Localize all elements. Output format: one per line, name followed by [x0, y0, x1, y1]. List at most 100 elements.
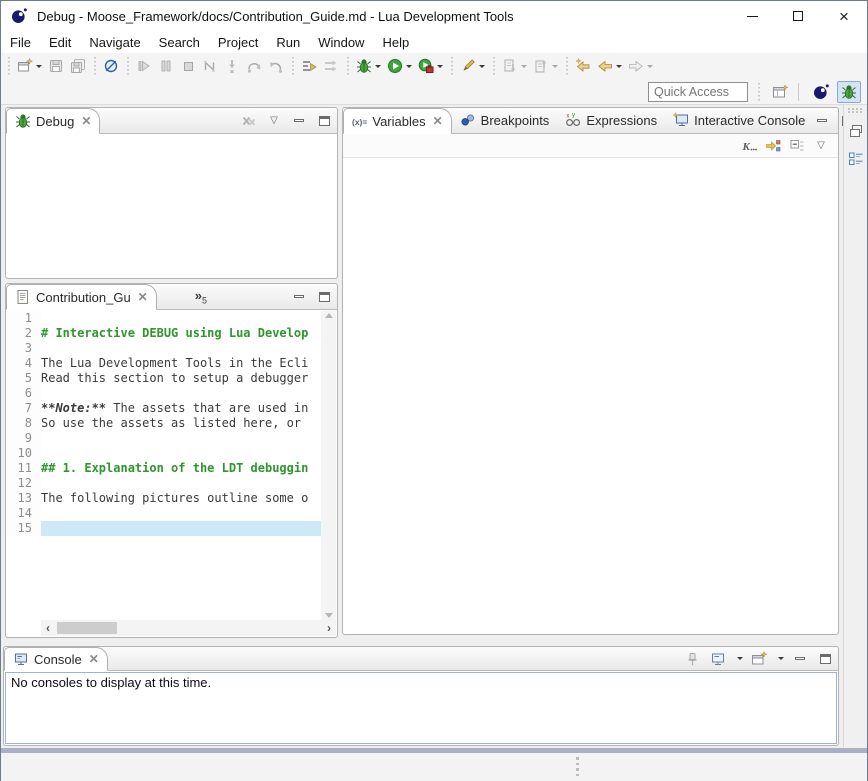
chevron-down-icon[interactable] [778, 657, 784, 660]
chevron-down-icon[interactable] [437, 65, 443, 68]
scroll-up-icon[interactable] [325, 313, 333, 318]
collapse-all-button[interactable] [788, 137, 806, 155]
previous-annotation-button[interactable] [530, 55, 561, 77]
chevron-down-icon[interactable] [406, 65, 412, 68]
perspective-debug-button[interactable] [837, 81, 861, 103]
pen-button[interactable] [457, 55, 488, 77]
editor-line[interactable]: 10 [7, 446, 321, 461]
close-icon[interactable]: ✕ [433, 114, 443, 128]
chevron-down-icon[interactable] [479, 65, 485, 68]
menu-run[interactable]: Run [267, 33, 309, 52]
chevron-down-icon[interactable] [36, 65, 42, 68]
menu-help[interactable]: Help [373, 33, 418, 52]
scroll-left-icon[interactable]: ‹ [41, 620, 55, 636]
window-close-button[interactable]: × [821, 1, 867, 31]
scrollbar-thumb[interactable] [57, 622, 117, 634]
editor-maximize-button[interactable] [315, 288, 333, 306]
editor-line[interactable]: 13The following pictures outline some o [7, 491, 321, 506]
menu-project[interactable]: Project [209, 33, 267, 52]
forward-button[interactable] [625, 55, 656, 77]
quick-access-input[interactable] [648, 82, 748, 102]
use-step-filters-button[interactable] [298, 55, 320, 77]
tab-console[interactable]: Console ✕ [4, 647, 108, 671]
chevron-down-icon[interactable] [521, 65, 527, 68]
editor-line[interactable]: 7**Note:** The assets that are used in [7, 401, 321, 416]
last-edit-location-button[interactable] [572, 55, 594, 77]
skip-all-breakpoints-button[interactable] [100, 55, 122, 77]
chevron-down-icon[interactable] [552, 65, 558, 68]
close-icon[interactable]: ✕ [138, 290, 148, 304]
chevron-down-icon[interactable] [647, 65, 653, 68]
tab-expressions[interactable]: xyExpressions [557, 107, 665, 133]
debug-minimize-button[interactable] [290, 112, 308, 130]
run-button[interactable] [384, 55, 415, 77]
show-type-names-button[interactable]: K [740, 137, 758, 155]
chevron-down-icon[interactable] [616, 65, 622, 68]
variables-view-menu-button[interactable]: ▽ [812, 137, 830, 155]
menu-file[interactable]: File [1, 33, 40, 52]
save-all-button[interactable] [67, 55, 89, 77]
tab-breakpoints[interactable]: Breakpoints [452, 107, 558, 133]
debug-button[interactable] [353, 55, 384, 77]
menu-navigate[interactable]: Navigate [80, 33, 149, 52]
close-icon[interactable]: ✕ [89, 652, 99, 666]
debug-maximize-button[interactable] [315, 112, 333, 130]
editor-line[interactable]: 15 [7, 521, 321, 536]
editor-line[interactable]: 5Read this section to setup a debugger [7, 371, 321, 386]
remove-terminated-button[interactable] [240, 112, 258, 130]
more-editors-chevron[interactable]: »5 [195, 288, 207, 306]
step-into-button[interactable] [221, 55, 243, 77]
editor-line[interactable]: 4The Lua Development Tools in the Ecli [7, 356, 321, 371]
scroll-right-icon[interactable]: › [322, 620, 336, 636]
editor-minimize-button[interactable] [290, 288, 308, 306]
save-button[interactable] [45, 55, 67, 77]
editor-horizontal-scrollbar[interactable]: ‹ › [41, 620, 336, 636]
external-tools-button[interactable] [415, 55, 446, 77]
perspective-lua-button[interactable] [809, 81, 833, 103]
disconnect-button[interactable] [199, 55, 221, 77]
chevron-down-icon[interactable] [375, 65, 381, 68]
editor-line[interactable]: 11## 1. Explanation of the LDT debuggin [7, 461, 321, 476]
menu-edit[interactable]: Edit [40, 33, 80, 52]
show-logical-structure-button[interactable] [764, 137, 782, 155]
scroll-down-icon[interactable] [325, 613, 333, 618]
tab-variables[interactable]: (x)=Variables✕ [343, 108, 452, 134]
step-over-button[interactable] [243, 55, 265, 77]
display-console-button[interactable] [709, 650, 727, 668]
editor-line[interactable]: 2# Interactive DEBUG using Lua Develop [7, 326, 321, 341]
tab-debug[interactable]: Debug ✕ [6, 108, 100, 134]
chevron-down-icon[interactable] [737, 657, 743, 660]
editor-line[interactable]: 3 [7, 341, 321, 356]
trim-drag-handle[interactable] [848, 108, 863, 113]
resume-button[interactable] [133, 55, 155, 77]
step-return-button[interactable] [265, 55, 287, 77]
suspend-button[interactable] [155, 55, 177, 77]
editor-line[interactable]: 14 [7, 506, 321, 521]
close-icon[interactable]: ✕ [81, 114, 91, 128]
back-button[interactable] [594, 55, 625, 77]
open-perspective-button[interactable] [768, 81, 792, 103]
editor-line[interactable]: 8So use the assets as listed here, or [7, 416, 321, 431]
pin-console-button[interactable] [684, 650, 702, 668]
editor-line[interactable]: 6 [7, 386, 321, 401]
console-minimize-button[interactable] [791, 650, 809, 668]
show-execution-button[interactable] [320, 55, 342, 77]
editor-line[interactable]: 1 [7, 311, 321, 326]
editor-text[interactable]: 12# Interactive DEBUG using Lua Develop3… [7, 311, 321, 620]
tab-interactive-console[interactable]: Interactive Console [665, 107, 813, 133]
editor-line[interactable]: 12 [7, 476, 321, 491]
next-annotation-button[interactable] [499, 55, 530, 77]
terminate-button[interactable] [177, 55, 199, 77]
open-console-button[interactable] [750, 650, 768, 668]
debug-view-menu-button[interactable]: ▽ [265, 112, 283, 130]
status-drag-handle[interactable] [576, 757, 579, 776]
menu-window[interactable]: Window [309, 33, 373, 52]
restore-views-button[interactable] [846, 121, 866, 141]
window-maximize-button[interactable] [775, 1, 821, 31]
editor-vertical-scrollbar[interactable] [321, 311, 336, 620]
console-maximize-button[interactable] [816, 650, 834, 668]
outline-view-button[interactable] [846, 149, 866, 169]
new-wizard-button[interactable] [14, 55, 45, 77]
window-minimize-button[interactable] [729, 1, 775, 31]
menu-search[interactable]: Search [150, 33, 209, 52]
